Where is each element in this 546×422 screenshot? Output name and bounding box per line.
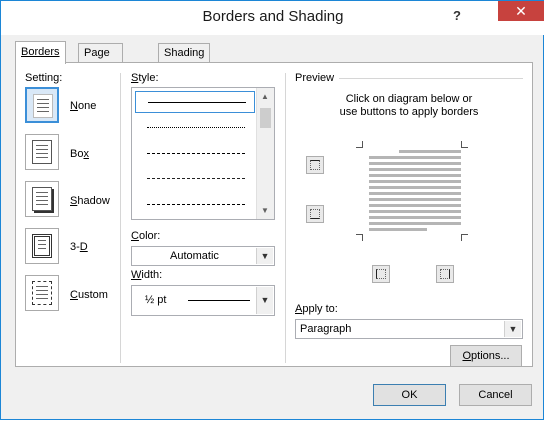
preview-text-line bbox=[369, 162, 461, 165]
corner-mark-icon bbox=[356, 234, 363, 241]
preview-text-line bbox=[369, 168, 461, 171]
preview-text-line bbox=[369, 180, 461, 183]
right-border-icon bbox=[440, 269, 450, 279]
style-dash-dot-option[interactable] bbox=[135, 194, 255, 216]
close-button[interactable]: ✕ bbox=[498, 1, 544, 21]
style-dash-option[interactable] bbox=[135, 168, 255, 190]
top-border-icon bbox=[310, 160, 320, 170]
tab-borders[interactable]: Borders bbox=[15, 41, 66, 64]
preview-text-line bbox=[369, 216, 461, 219]
shadow-setting-icon bbox=[32, 187, 52, 211]
preview-text-line bbox=[369, 204, 461, 207]
color-label: Color: bbox=[131, 230, 161, 242]
setting-custom-option[interactable] bbox=[25, 275, 59, 311]
style-solid-option[interactable] bbox=[135, 91, 255, 113]
tab-shading[interactable]: Shading bbox=[158, 43, 211, 62]
preview-text-line bbox=[369, 174, 461, 177]
help-button[interactable]: ? bbox=[453, 8, 461, 23]
setting-shadow-label: Shadow bbox=[70, 195, 110, 207]
preview-text-line bbox=[369, 198, 461, 201]
box-setting-icon bbox=[32, 140, 52, 164]
setting-box-option[interactable] bbox=[25, 134, 59, 170]
left-border-icon bbox=[376, 269, 386, 279]
setting-none-label: None bbox=[70, 100, 97, 112]
scroll-thumb[interactable] bbox=[260, 108, 271, 128]
width-label: Width: bbox=[131, 269, 163, 281]
setting-box-label: Box bbox=[70, 148, 89, 160]
preview-divider bbox=[339, 78, 523, 79]
column-divider bbox=[285, 73, 286, 363]
preview-text-line bbox=[369, 156, 461, 159]
preview-text-line bbox=[369, 210, 461, 213]
chevron-down-icon: ▼ bbox=[256, 287, 273, 314]
style-small-dash-option[interactable] bbox=[135, 143, 255, 165]
chevron-down-icon: ▼ bbox=[256, 248, 273, 264]
cancel-button[interactable]: Cancel bbox=[459, 384, 532, 406]
column-divider bbox=[120, 73, 121, 363]
tab-page-border[interactable]: Page Border bbox=[78, 43, 124, 77]
setting-shadow-option[interactable] bbox=[25, 181, 59, 217]
title-bar: Borders and Shading ? ✕ bbox=[1, 1, 545, 35]
corner-mark-icon bbox=[461, 141, 468, 148]
apply-to-select-value: Paragraph bbox=[300, 323, 352, 335]
apply-to-label: Apply to: bbox=[295, 303, 338, 315]
color-select-value: Automatic bbox=[170, 250, 219, 262]
width-line-sample bbox=[188, 300, 250, 301]
chevron-down-icon: ▼ bbox=[504, 321, 521, 337]
preview-text-line bbox=[399, 150, 461, 153]
tab-borders-label: Borders bbox=[21, 46, 60, 58]
none-setting-icon bbox=[33, 94, 53, 118]
preview-label: Preview bbox=[295, 72, 335, 84]
width-select[interactable]: ½ pt ▼ bbox=[131, 285, 275, 316]
setting-custom-label: Custom bbox=[70, 289, 108, 301]
preview-instruction-1: Click on diagram below or bbox=[345, 93, 473, 105]
custom-setting-icon bbox=[32, 281, 52, 305]
ok-button[interactable]: OK bbox=[373, 384, 446, 406]
top-border-button[interactable] bbox=[306, 156, 324, 174]
preview-text-line bbox=[369, 222, 461, 225]
apply-to-select[interactable]: Paragraph ▼ bbox=[295, 319, 523, 339]
style-list-scrollbar[interactable]: ▲ ▼ bbox=[256, 88, 274, 219]
3d-setting-icon bbox=[32, 234, 52, 258]
style-label: Style: bbox=[131, 72, 159, 84]
preview-text-line bbox=[369, 192, 461, 195]
preview-text-line bbox=[369, 228, 427, 231]
options-button[interactable]: Options... bbox=[450, 345, 522, 367]
corner-mark-icon bbox=[356, 141, 363, 148]
style-dotted-option[interactable] bbox=[135, 117, 255, 139]
scroll-down-icon[interactable]: ▼ bbox=[261, 206, 269, 215]
dialog-window: Borders and Shading ? ✕ Borders Page Bor… bbox=[0, 0, 545, 420]
setting-none-option[interactable] bbox=[25, 87, 59, 123]
preview-instruction-2: use buttons to apply borders bbox=[339, 106, 479, 118]
left-border-button[interactable] bbox=[372, 265, 390, 283]
setting-3d-option[interactable] bbox=[25, 228, 59, 264]
bottom-border-button[interactable] bbox=[306, 205, 324, 223]
dialog-title: Borders and Shading bbox=[202, 8, 344, 25]
color-select[interactable]: Automatic ▼ bbox=[131, 246, 275, 266]
setting-3d-label: 3-D bbox=[70, 241, 88, 253]
corner-mark-icon bbox=[461, 234, 468, 241]
right-border-button[interactable] bbox=[436, 265, 454, 283]
preview-text-line bbox=[369, 186, 461, 189]
tab-shading-label: Shading bbox=[164, 47, 205, 59]
width-select-value: ½ pt bbox=[145, 294, 167, 306]
setting-label: Setting: bbox=[25, 72, 63, 84]
style-list[interactable]: ▲ ▼ bbox=[131, 87, 275, 220]
bottom-border-icon bbox=[310, 209, 320, 219]
scroll-up-icon[interactable]: ▲ bbox=[261, 92, 269, 101]
